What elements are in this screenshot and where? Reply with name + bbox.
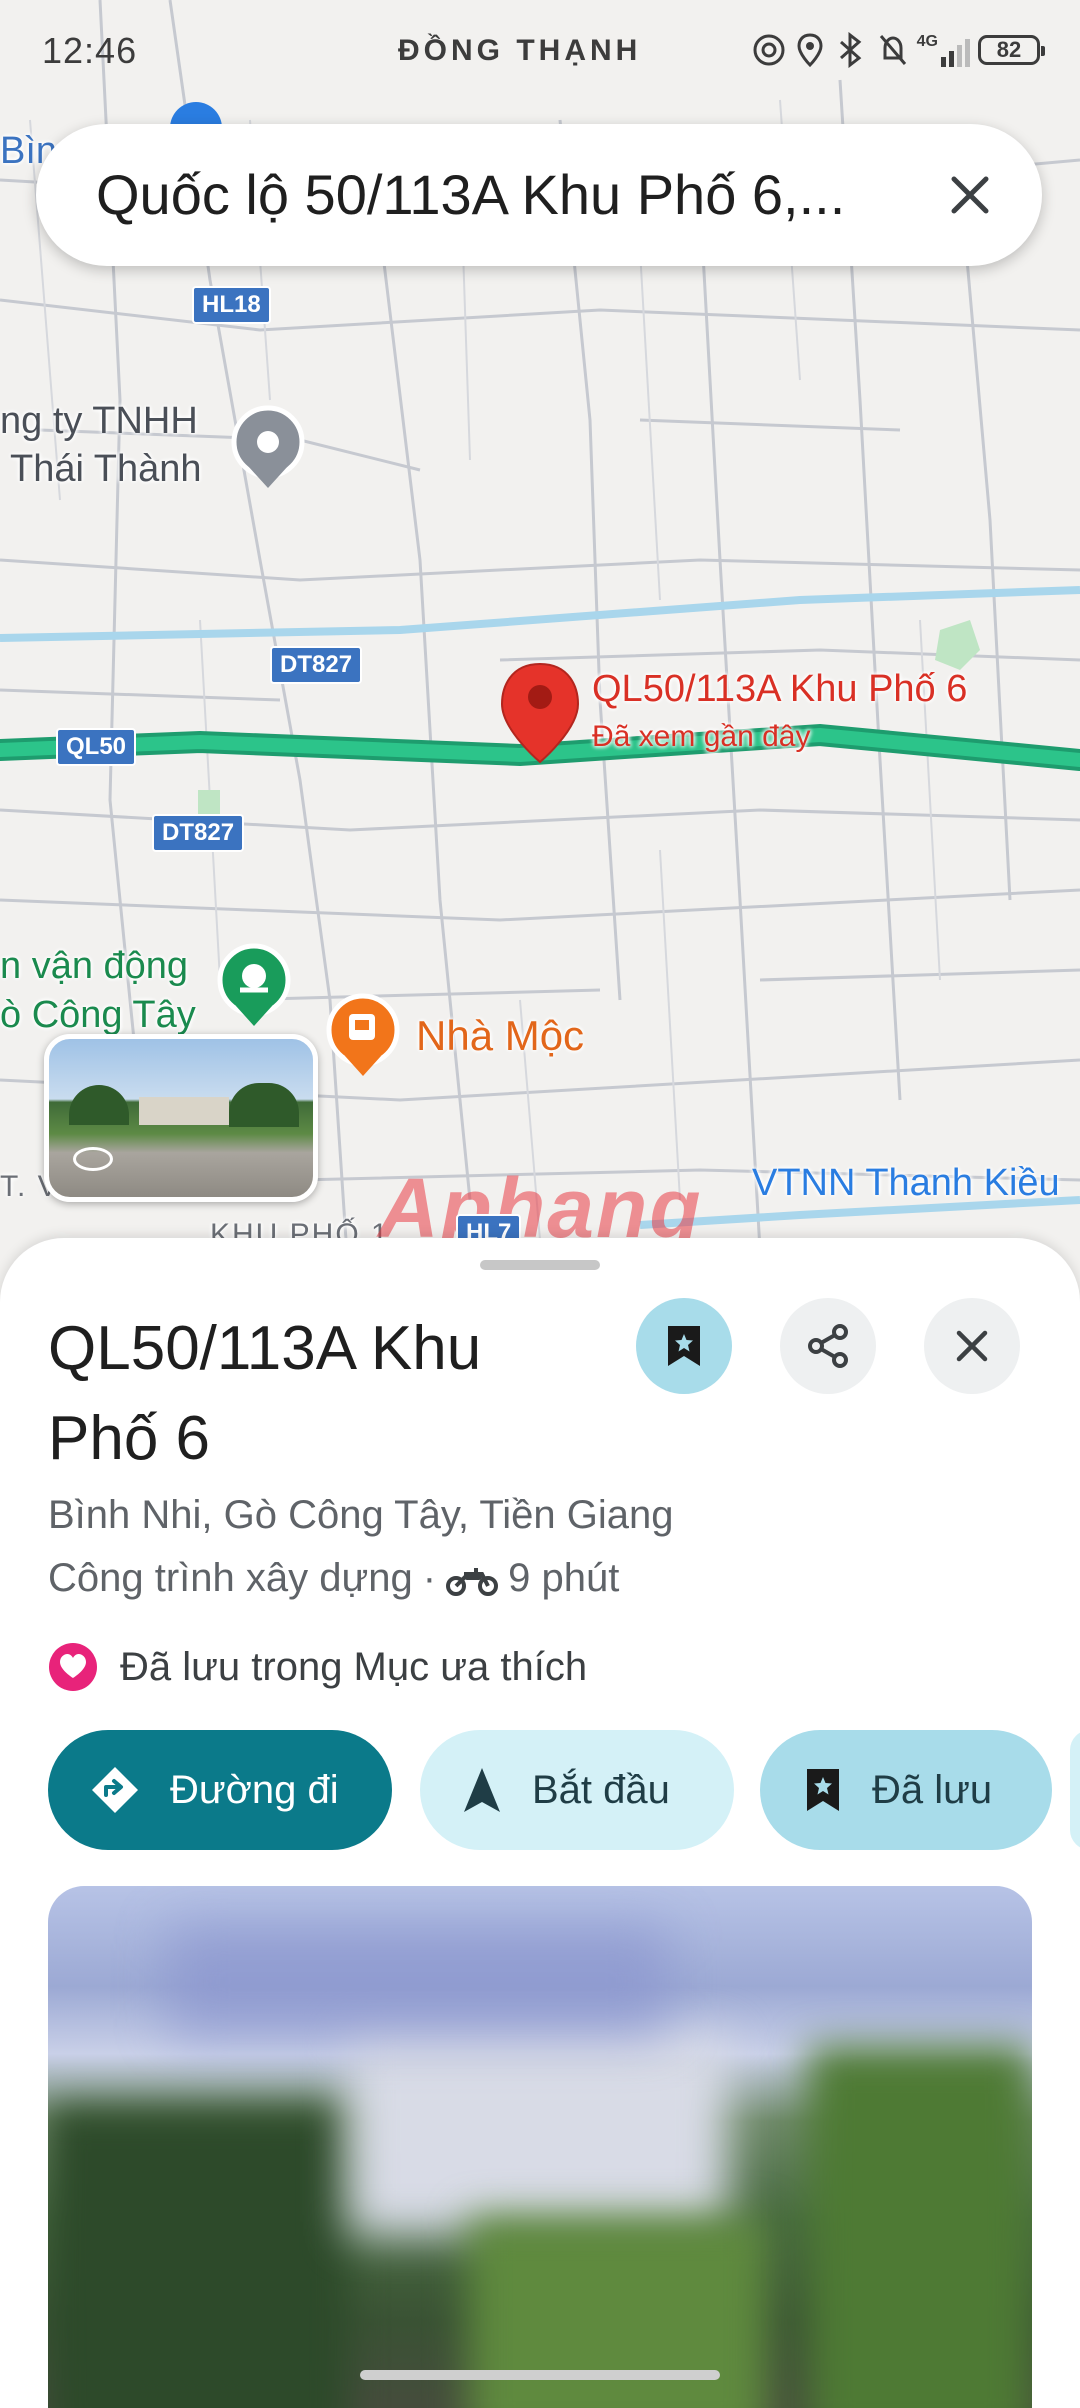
road-shield-hl18: HL18 <box>192 286 271 324</box>
saved-label: Đã lưu <box>872 1767 993 1812</box>
start-label: Bắt đầu <box>532 1767 670 1812</box>
bluetooth-icon <box>839 32 862 68</box>
place-photo[interactable] <box>48 1886 1032 2408</box>
search-clear-button[interactable] <box>940 165 1000 225</box>
street-view-thumbnail[interactable] <box>44 1034 318 1202</box>
status-time: 12:46 <box>42 30 138 71</box>
directions-icon <box>92 1767 138 1813</box>
status-location: ĐỒNG THẠNH <box>398 34 642 67</box>
search-bar[interactable]: Quốc lộ 50/113A Khu Phố 6,... <box>36 124 1042 266</box>
save-button[interactable] <box>636 1298 732 1394</box>
close-sheet-button[interactable] <box>924 1298 1020 1394</box>
mute-icon <box>879 35 906 65</box>
road-shield-dt827: DT827 <box>270 646 363 684</box>
battery-icon: 82 <box>978 35 1045 65</box>
motorbike-icon <box>446 1567 499 1596</box>
bookmark-icon <box>807 1769 839 1811</box>
close-icon <box>956 1330 988 1362</box>
start-button[interactable]: Bắt đầu <box>420 1730 734 1850</box>
place-address: Bình Nhi, Gò Công Tây, Tiền Giang <box>48 1493 674 1537</box>
location-icon <box>797 33 823 68</box>
search-input[interactable]: Quốc lộ 50/113A Khu Phố 6,... <box>96 162 916 227</box>
place-category: Công trình xây dựng <box>48 1556 413 1600</box>
status-bar: 12:46 ĐỒNG THẠNH 4G 82 <box>0 0 1080 100</box>
sheet-drag-handle[interactable] <box>480 1260 600 1270</box>
network-type: 4G <box>916 33 938 50</box>
hotspot-icon <box>753 34 785 66</box>
directions-button[interactable]: Đường đi <box>48 1730 392 1850</box>
map-pin-title[interactable]: QL50/113A Khu Phố 6 <box>592 668 967 711</box>
map-label-company-line2[interactable]: Thái Thành <box>10 448 202 491</box>
navigation-arrow-icon <box>464 1768 500 1812</box>
map-label-company-line1[interactable]: ng ty TNHH <box>0 400 198 443</box>
travel-time: 9 phút <box>508 1556 620 1600</box>
saved-text: Đã lưu trong Mục ưa thích <box>120 1644 588 1689</box>
heart-icon <box>49 1643 97 1691</box>
place-category-row: Công trình xây dựng · 9 phút <box>48 1556 619 1601</box>
status-icons: 4G 82 <box>751 28 1045 72</box>
share-icon <box>808 1324 848 1368</box>
signal-icon: 4G <box>917 33 970 67</box>
map-label-sports-line2[interactable]: ò Công Tây <box>0 994 196 1037</box>
place-title: QL50/113A Khu Phố 6 <box>48 1314 482 1473</box>
map-label-sports-line1[interactable]: n vận động <box>0 945 188 988</box>
bookmark-icon <box>668 1326 700 1366</box>
share-button[interactable] <box>780 1298 876 1394</box>
place-sheet[interactable]: QL50/113A Khu Phố 6 Bình Nhi, Gò Công Tâ… <box>0 1238 1080 2408</box>
saved-list-row[interactable]: Đã lưu trong Mục ưa thích <box>48 1642 587 1692</box>
separator-dot: · <box>422 1556 437 1600</box>
close-icon <box>951 176 989 214</box>
map-pin-subtitle: Đã xem gần đây <box>592 720 811 753</box>
battery-level: 82 <box>996 37 1022 62</box>
sports-marker <box>217 943 291 1026</box>
map-label-cafe[interactable]: Nhà Mộc <box>416 1012 584 1060</box>
saved-button[interactable]: Đã lưu <box>760 1730 1052 1850</box>
rotate-360-icon <box>73 1147 113 1171</box>
map-label-vtnn[interactable]: VTNN Thanh Kiều <box>752 1162 1060 1205</box>
road-shield-dt827: DT827 <box>152 814 245 852</box>
road-shield-ql50: QL50 <box>56 728 137 766</box>
directions-label: Đường đi <box>170 1767 339 1812</box>
cafe-marker <box>326 993 400 1076</box>
more-actions-button[interactable] <box>1070 1730 1080 1850</box>
home-indicator[interactable] <box>360 2370 720 2380</box>
